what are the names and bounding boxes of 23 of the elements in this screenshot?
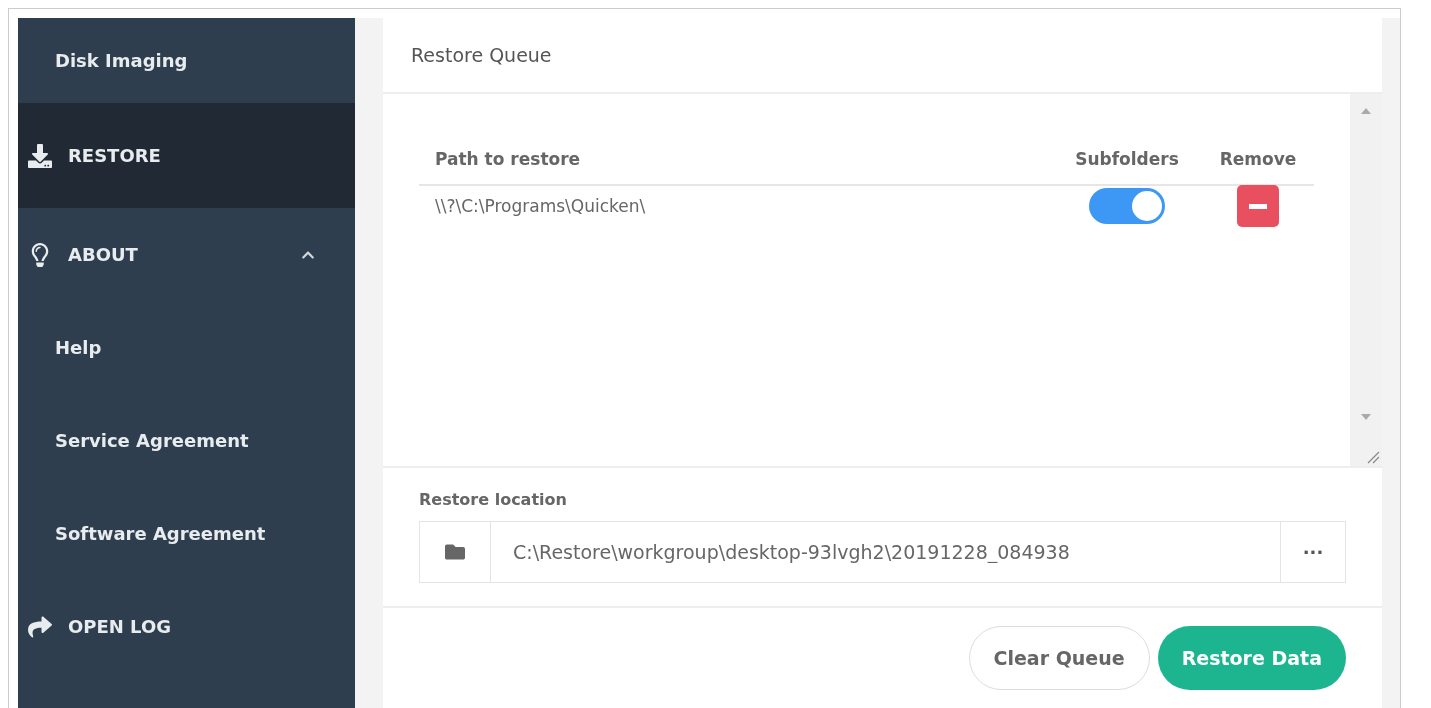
subfolders-toggle[interactable] <box>1089 188 1165 224</box>
column-header: Remove <box>1218 149 1298 169</box>
location-field[interactable]: C:\Restore\workgroup\desktop-93lvgh2\20191228_084938 <box>491 521 1280 583</box>
scrollbar[interactable] <box>1350 94 1382 466</box>
column-header: Path to restore <box>434 149 582 169</box>
sidebar-item[interactable]: Help <box>18 301 355 394</box>
remove-button[interactable] <box>1237 185 1279 227</box>
resize-grip-icon[interactable] <box>1366 450 1380 464</box>
panel-title: Restore Queue <box>383 18 1382 94</box>
sidebar-item[interactable]: Disk Imaging <box>18 18 355 103</box>
browse-button[interactable]: ··· <box>1280 521 1346 583</box>
sidebar-item[interactable]: Software Agreement <box>18 487 355 580</box>
sidebar-item[interactable]: RESTORE <box>18 103 355 208</box>
sidebar-item[interactable]: Service Agreement <box>18 394 355 487</box>
sidebar-item[interactable]: ABOUT <box>18 208 355 301</box>
sidebar-item[interactable]: OPEN LOG <box>18 580 355 673</box>
column-header: Subfolders <box>1074 149 1180 169</box>
field-label: Restore location <box>419 490 568 509</box>
clear-button[interactable]: Clear Queue <box>968 626 1150 690</box>
folder-icon <box>419 521 491 583</box>
scroll-down-icon[interactable] <box>1361 414 1371 420</box>
path-cell-text: \\?\C:\Programs\Quicken\ <box>434 196 647 216</box>
scroll-up-icon[interactable] <box>1361 108 1371 114</box>
